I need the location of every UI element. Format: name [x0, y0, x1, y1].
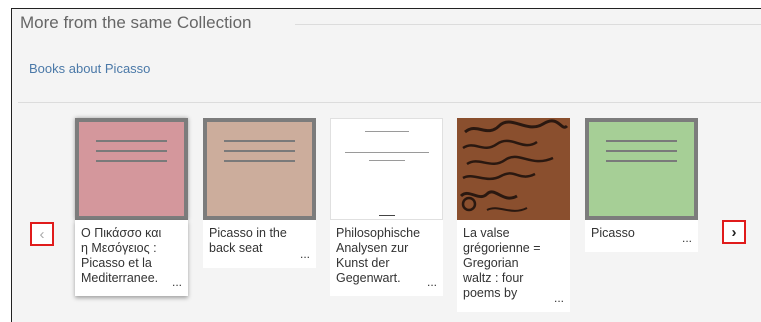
item-more-button[interactable]: ...	[554, 291, 564, 306]
item-label: Picasso ...	[585, 220, 698, 252]
book-cover	[203, 118, 316, 220]
carousel-prev-button[interactable]: ‹	[30, 222, 54, 246]
chevron-right-icon: ›	[731, 223, 737, 241]
book-cover	[585, 118, 698, 220]
item-more-button[interactable]: ...	[172, 275, 182, 290]
item-label: Picasso in the back seat ...	[203, 220, 316, 268]
chevron-left-icon: ‹	[39, 225, 45, 243]
collection-carousel: ‹ Ο Πικάσσο και η Μεσόγειος : Picasso et…	[0, 0, 761, 322]
item-title: Philosophische Analysen zur Kunst der Ge…	[336, 226, 421, 285]
carousel-next-button[interactable]: ›	[722, 220, 746, 244]
item-title: La valse grégorienne = Gregorian waltz :…	[463, 226, 541, 300]
document-cover	[330, 118, 443, 220]
item-label: Ο Πικάσσο και η Μεσόγειος : Picasso et l…	[75, 220, 188, 296]
item-label: La valse grégorienne = Gregorian waltz :…	[457, 220, 570, 312]
item-title: Picasso in the back seat	[209, 226, 287, 255]
item-more-button[interactable]: ...	[682, 231, 692, 246]
book-cover	[75, 118, 188, 220]
item-more-button[interactable]: ...	[427, 275, 437, 290]
artwork-cover	[457, 118, 570, 220]
item-more-button[interactable]: ...	[300, 247, 310, 262]
handwriting-artwork	[457, 118, 570, 220]
item-title: Picasso	[591, 226, 635, 240]
item-label: Philosophische Analysen zur Kunst der Ge…	[330, 220, 443, 296]
item-title: Ο Πικάσσο και η Μεσόγειος : Picasso et l…	[81, 226, 162, 285]
